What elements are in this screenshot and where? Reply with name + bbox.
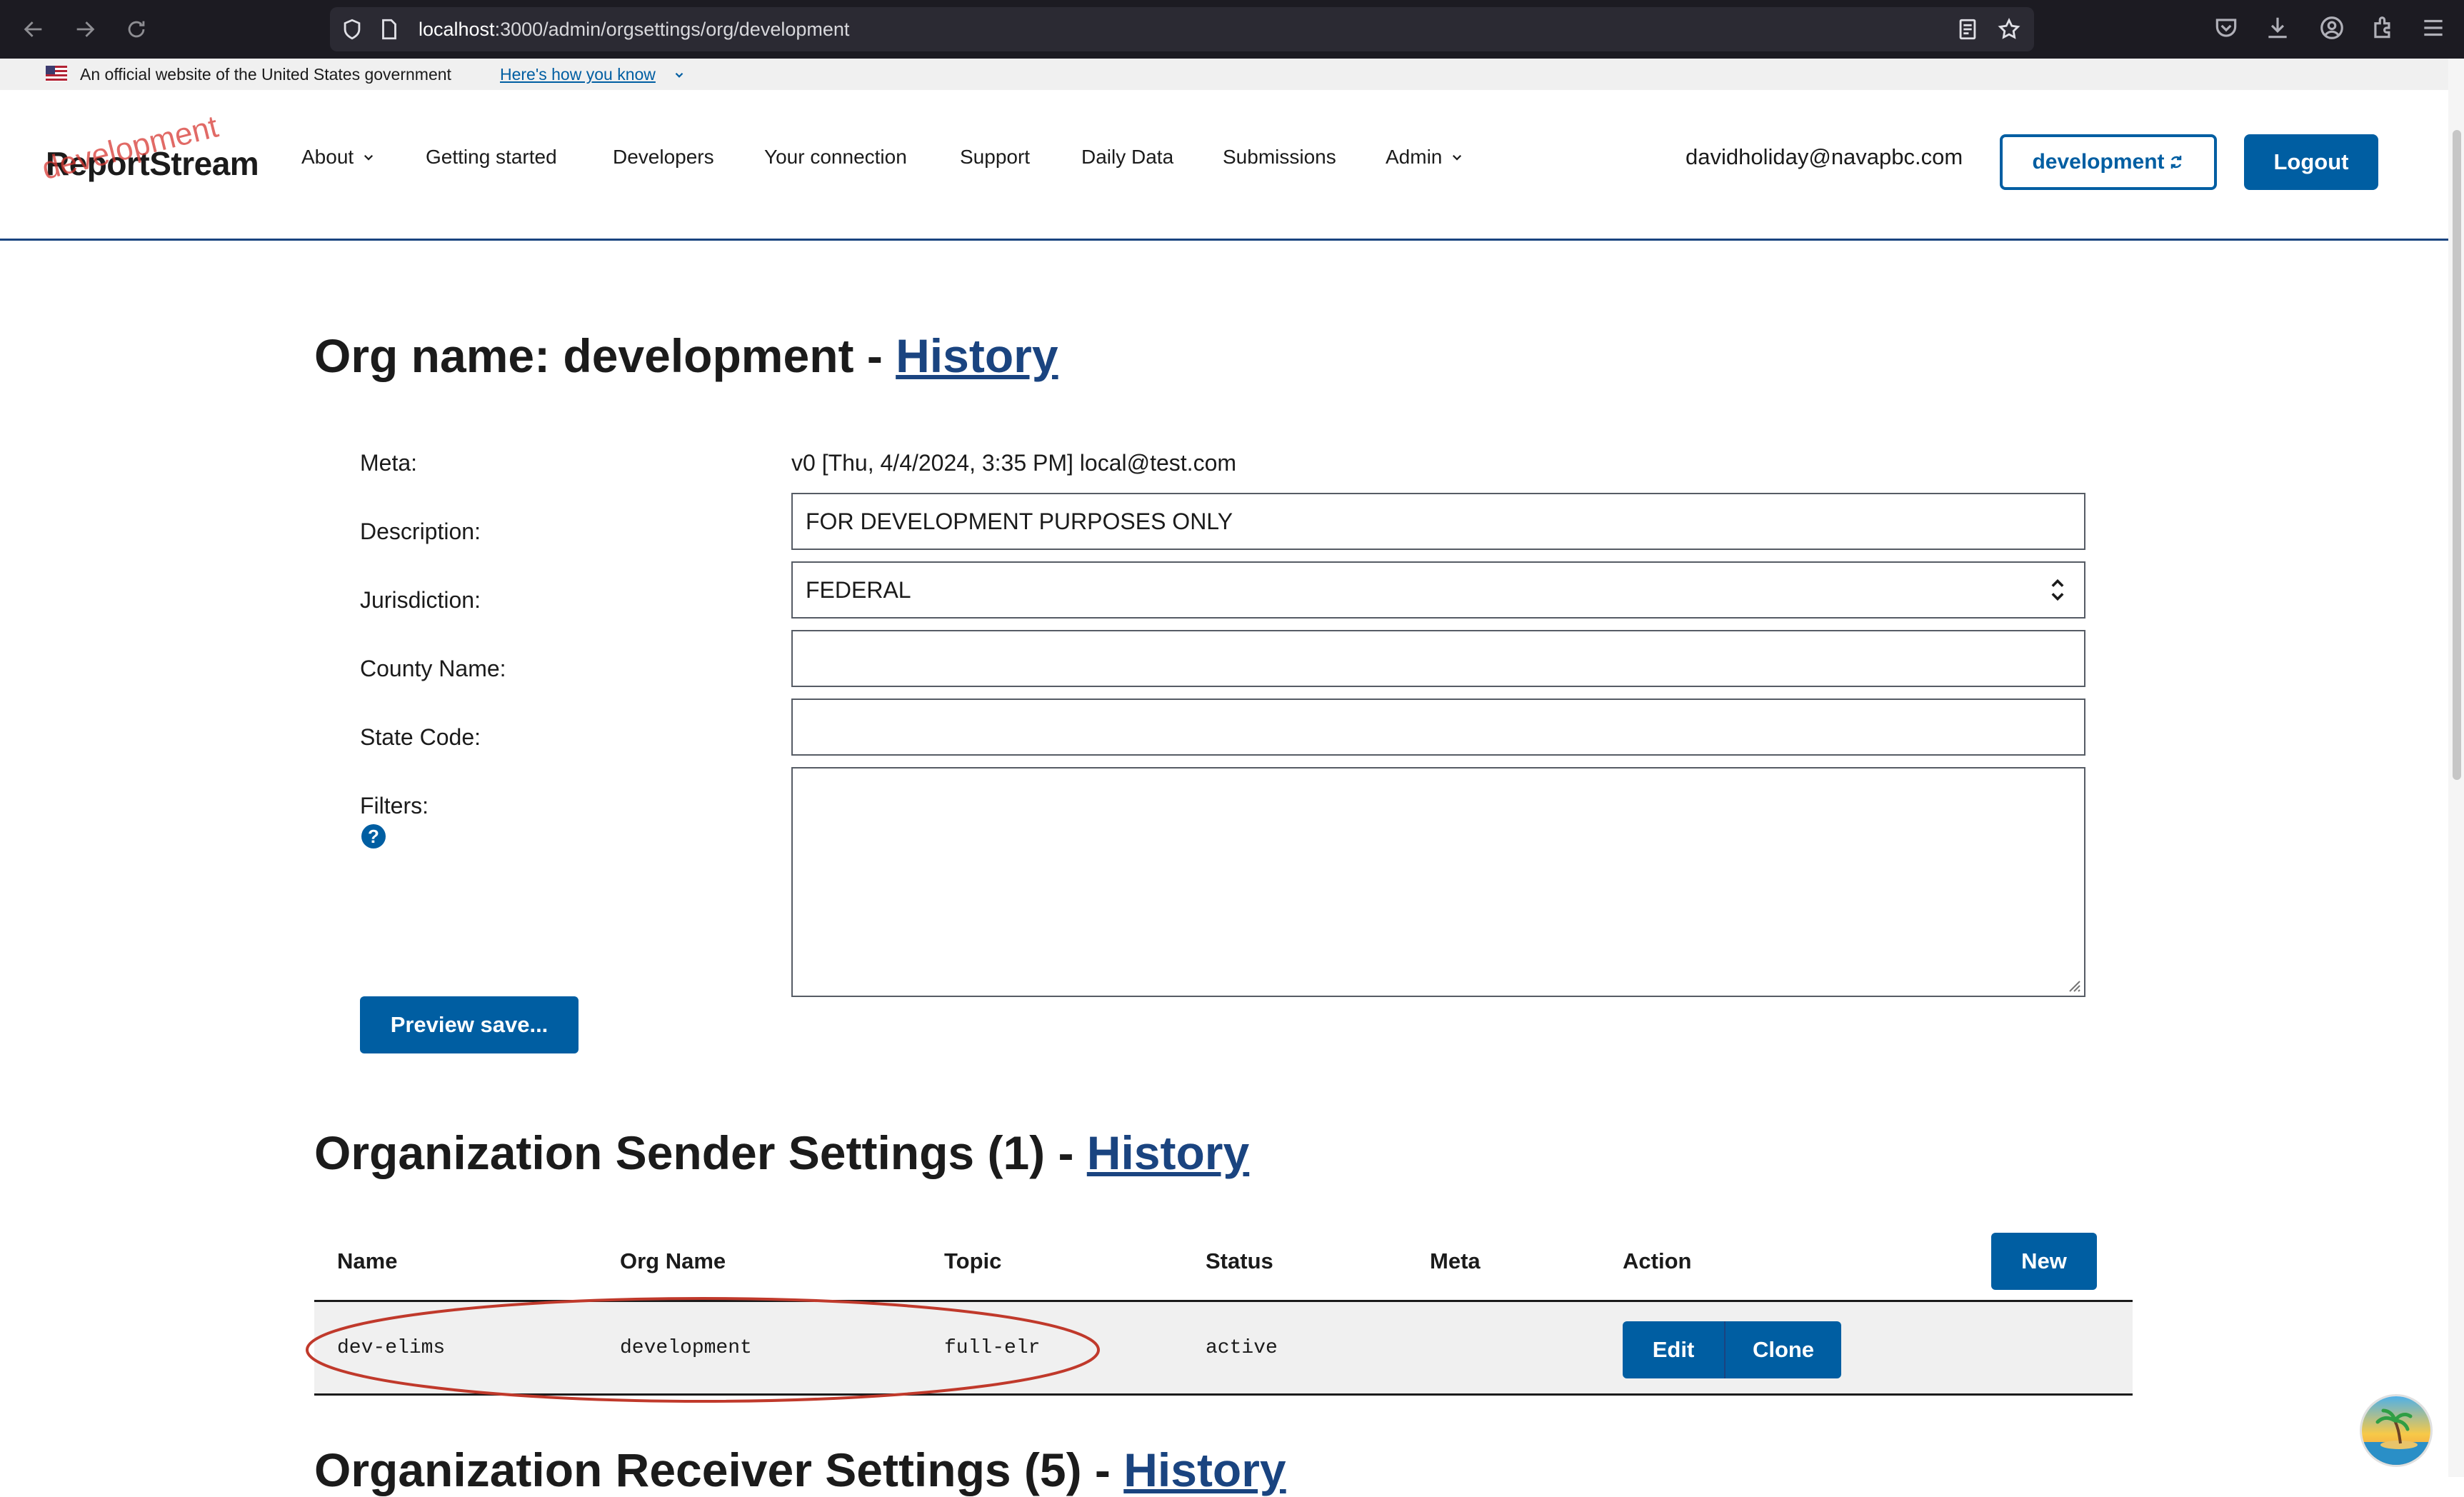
logout-button[interactable]: Logout	[2244, 134, 2378, 190]
meta-value: v0 [Thu, 4/4/2024, 3:35 PM] local@test.c…	[791, 450, 1237, 476]
download-icon[interactable]	[2264, 14, 2291, 41]
menu-icon[interactable]	[2420, 14, 2447, 41]
column-header-name: Name	[337, 1248, 398, 1273]
org-title-text: Org name: development -	[314, 329, 896, 382]
cell-topic: full-elr	[944, 1337, 1041, 1359]
chevron-down-icon[interactable]	[673, 69, 686, 81]
gov-banner: An official website of the United States…	[0, 59, 2448, 90]
filters-label: Filters:	[360, 793, 429, 818]
browser-toolbar: localhost:3000/admin/orgsettings/org/dev…	[0, 0, 2464, 59]
org-history-link[interactable]: History	[896, 329, 1058, 382]
column-header-status: Status	[1206, 1248, 1273, 1273]
org-title: Org name: development - History	[314, 329, 1058, 383]
reader-view-icon[interactable]	[1955, 17, 1980, 41]
county-name-input[interactable]	[791, 630, 2085, 687]
url-text[interactable]: localhost:3000/admin/orgsettings/org/dev…	[419, 7, 849, 51]
arrow-left-icon	[24, 21, 42, 37]
cell-name: dev-elims	[337, 1337, 446, 1359]
sender-history-link[interactable]: History	[1087, 1126, 1249, 1179]
edit-button[interactable]: Edit	[1623, 1321, 1726, 1378]
us-flag-icon	[46, 66, 67, 81]
nav-support[interactable]: Support	[960, 146, 1030, 169]
address-bar[interactable]: localhost:3000/admin/orgsettings/org/dev…	[330, 7, 2034, 51]
gov-banner-text: An official website of the United States…	[80, 65, 451, 84]
chevron-down-icon	[364, 154, 374, 161]
filters-textarea[interactable]	[791, 767, 2085, 997]
receiver-history-link[interactable]: History	[1123, 1443, 1286, 1496]
page-icon[interactable]	[377, 17, 401, 41]
county-name-label: County Name:	[360, 656, 506, 681]
jurisdiction-label: Jurisdiction:	[360, 587, 481, 613]
column-header-org-name: Org Name	[620, 1248, 726, 1273]
resize-handle-icon[interactable]	[2064, 976, 2081, 993]
nav-admin[interactable]: Admin	[1386, 146, 1463, 169]
nav-developers[interactable]: Developers	[613, 146, 714, 169]
state-code-label: State Code:	[360, 724, 481, 750]
nav-admin-label: Admin	[1386, 146, 1443, 168]
preview-save-button[interactable]: Preview save...	[360, 996, 579, 1053]
description-value: FOR DEVELOPMENT PURPOSES ONLY	[806, 508, 1233, 534]
description-input[interactable]: FOR DEVELOPMENT PURPOSES ONLY	[791, 493, 2085, 550]
nav-getting-started[interactable]: Getting started	[426, 146, 557, 169]
cell-status: active	[1206, 1337, 1278, 1359]
select-arrows-icon	[2051, 579, 2064, 601]
back-button[interactable]	[17, 13, 50, 46]
sender-settings-title: Organization Sender Settings (1) - Histo…	[314, 1126, 1249, 1180]
refresh-icon	[2170, 156, 2181, 169]
extensions-icon[interactable]	[2370, 14, 2397, 41]
clone-button[interactable]: Clone	[1726, 1321, 1841, 1378]
receiver-settings-title: Organization Receiver Settings (5) - His…	[314, 1443, 1286, 1497]
chevron-down-icon	[1453, 154, 1462, 161]
sender-settings-title-text: Organization Sender Settings (1) -	[314, 1126, 1087, 1179]
column-header-meta: Meta	[1430, 1248, 1481, 1273]
arrow-right-icon	[76, 21, 95, 37]
pocket-icon[interactable]	[2213, 14, 2240, 41]
meta-label: Meta:	[360, 450, 418, 476]
user-email: davidholiday@navapbc.com	[1686, 144, 1963, 169]
column-header-topic: Topic	[944, 1248, 1002, 1273]
receiver-settings-title-text: Organization Receiver Settings (5) -	[314, 1443, 1124, 1496]
org-switch-button[interactable]: development	[2000, 134, 2217, 190]
bookmark-star-icon[interactable]	[1997, 17, 2021, 41]
scrollbar-thumb[interactable]	[2453, 130, 2461, 780]
forward-button[interactable]	[69, 13, 101, 46]
nav-daily-data[interactable]: Daily Data	[1081, 146, 1173, 169]
nav-about-label: About	[301, 146, 354, 168]
org-switch-label: development	[2032, 150, 2165, 174]
jurisdiction-value: FEDERAL	[806, 576, 911, 603]
reload-icon	[128, 21, 145, 38]
nav-about[interactable]: About	[301, 146, 375, 169]
assistant-avatar-button[interactable]	[2360, 1394, 2433, 1467]
column-header-action: Action	[1623, 1248, 1692, 1273]
nav-submissions[interactable]: Submissions	[1223, 146, 1336, 169]
heres-how-you-know-link[interactable]: Here's how you know	[500, 59, 656, 90]
jurisdiction-select[interactable]: FEDERAL	[791, 561, 2085, 619]
account-icon[interactable]	[2318, 14, 2345, 41]
new-sender-button[interactable]: New	[1991, 1233, 2097, 1290]
state-code-input[interactable]	[791, 699, 2085, 756]
filters-help-icon[interactable]: ?	[361, 824, 386, 848]
nav-your-connection[interactable]: Your connection	[764, 146, 907, 169]
palm-island-icon	[2362, 1396, 2430, 1465]
shield-icon[interactable]	[340, 17, 364, 41]
description-label: Description:	[360, 519, 481, 544]
page-scrollbar[interactable]	[2448, 59, 2464, 1477]
site-header: ReportStream development About Getting s…	[0, 90, 2448, 241]
reload-button[interactable]	[120, 13, 153, 46]
cell-org-name: development	[620, 1337, 752, 1359]
